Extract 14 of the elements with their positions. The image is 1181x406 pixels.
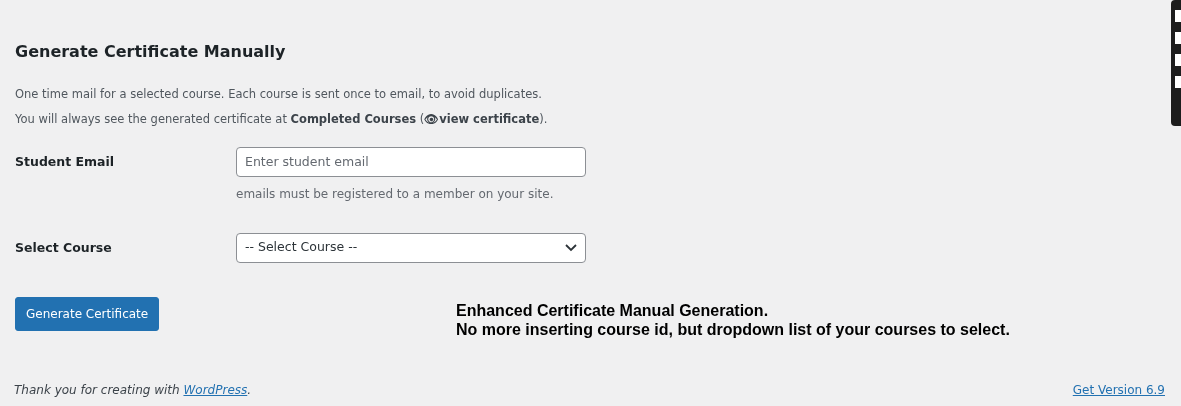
help-text: emails must be registered to a member on your site. bbox=[236, 185, 555, 203]
page-title: Generate Certificate Manually bbox=[15, 41, 287, 63]
footer-text: Thank you for creating with WordPress. bbox=[14, 382, 252, 399]
description-text: You will always see the generated certificate at Completed Courses (👁view certificate). bbox=[15, 111, 549, 129]
chevron-icon bbox=[565, 243, 577, 252]
generate-button[interactable]: Generate Certificate bbox=[15, 296, 160, 331]
course-select[interactable]: -- Select Course -- bbox=[236, 232, 586, 263]
field-label: Select Course bbox=[15, 238, 113, 257]
email-field[interactable]: Enter student email bbox=[236, 146, 586, 177]
version-link[interactable]: Get Version 6.9 bbox=[1072, 381, 1165, 399]
description-text: One time mail for a selected course. Each course is sent once to email, to avoid duplicates. bbox=[15, 86, 543, 103]
field-label: Student Email bbox=[15, 152, 116, 171]
note-text: Enhanced Certificate Manual Generation. bbox=[456, 300, 770, 320]
note-text: No more inserting course id, but dropdown list of your courses to select. bbox=[456, 319, 1010, 339]
